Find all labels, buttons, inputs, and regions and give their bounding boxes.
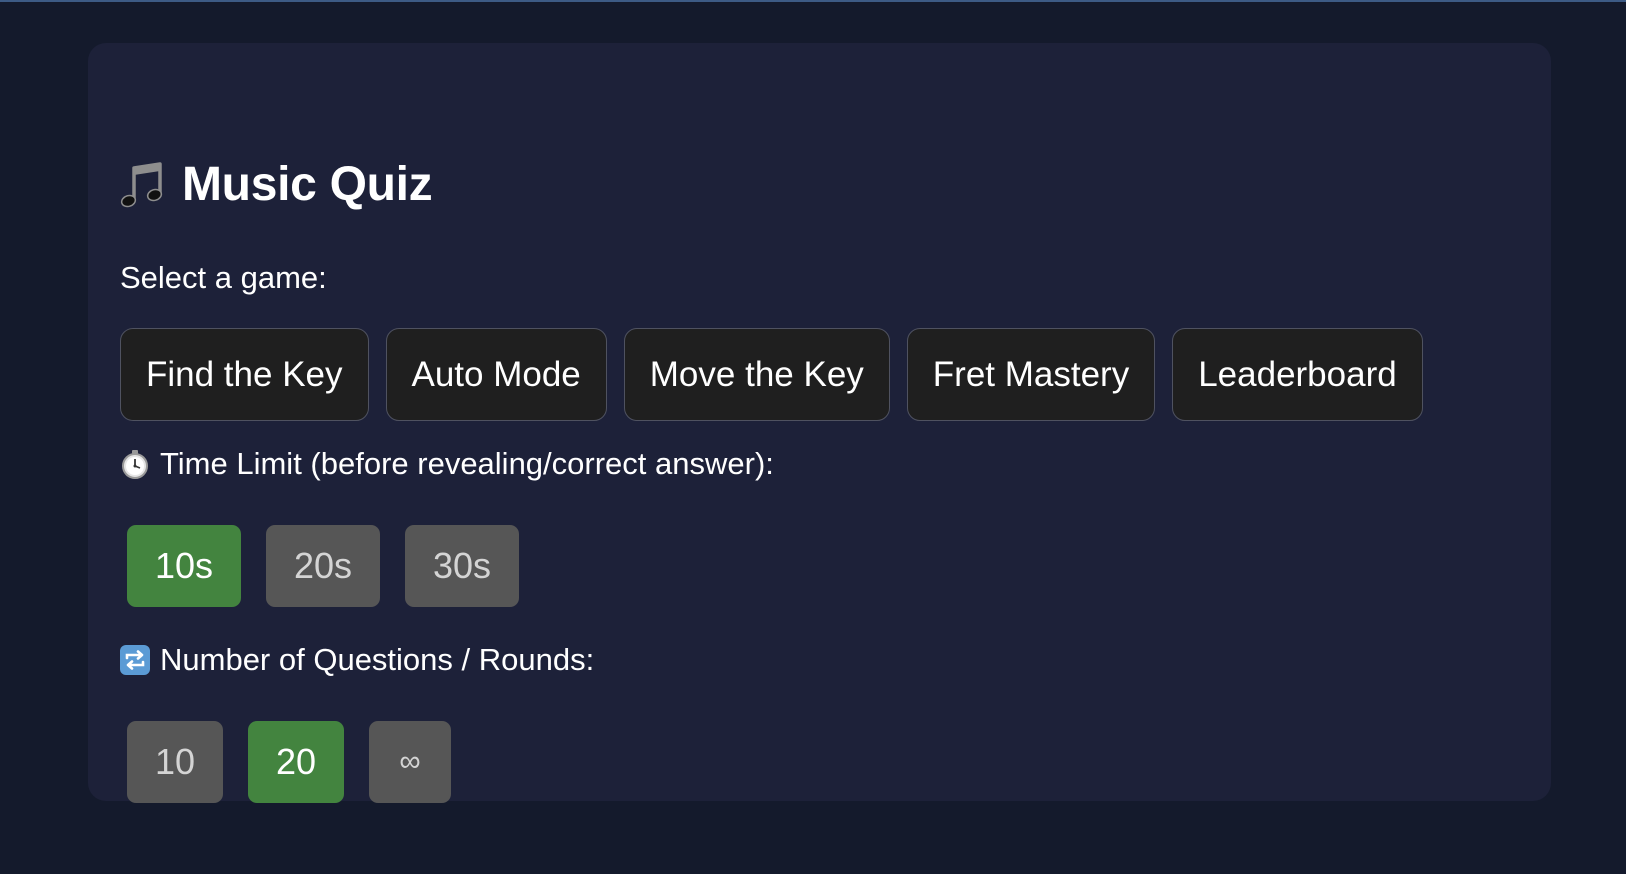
rounds-label: Number of Questions / Rounds: <box>160 642 595 677</box>
time-limit-label-row: Time Limit (before revealing/correct ans… <box>120 444 774 484</box>
time-option-30s[interactable]: 30s <box>405 525 519 607</box>
repeat-icon <box>120 645 150 675</box>
page-title-row: Music Quiz <box>120 155 433 215</box>
time-limit-options: 10s 20s 30s <box>127 525 519 607</box>
stopwatch-icon <box>120 449 150 479</box>
rounds-option-10[interactable]: 10 <box>127 721 223 803</box>
auto-mode-button[interactable]: Auto Mode <box>385 328 607 421</box>
game-selector: Find the Key Auto Mode Move the Key Fret… <box>120 328 1423 421</box>
time-limit-label: Time Limit (before revealing/correct ans… <box>160 446 774 481</box>
fret-mastery-button[interactable]: Fret Mastery <box>906 328 1156 421</box>
rounds-label-row: Number of Questions / Rounds: <box>120 640 594 680</box>
quiz-card: Music Quiz Select a game: Find the Key A… <box>88 43 1551 803</box>
time-option-20s[interactable]: 20s <box>266 525 380 607</box>
rounds-options: 10 20 ∞ <box>127 721 451 803</box>
move-the-key-button[interactable]: Move the Key <box>623 328 890 421</box>
leaderboard-button[interactable]: Leaderboard <box>1172 328 1423 421</box>
time-option-10s[interactable]: 10s <box>127 525 241 607</box>
select-game-prompt: Select a game: <box>120 260 327 295</box>
rounds-option-20[interactable]: 20 <box>248 721 344 803</box>
find-the-key-button[interactable]: Find the Key <box>120 328 369 421</box>
music-notes-icon <box>120 160 166 210</box>
page-title: Music Quiz <box>182 158 433 211</box>
rounds-option-infinite[interactable]: ∞ <box>369 721 451 803</box>
